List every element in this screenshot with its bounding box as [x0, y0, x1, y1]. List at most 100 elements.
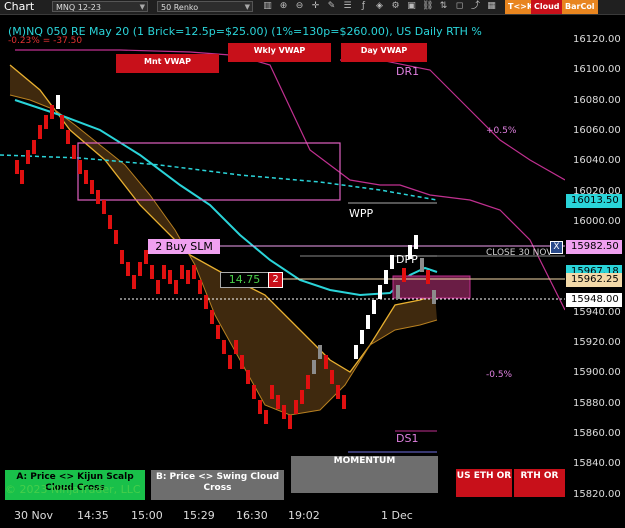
renko-brick — [378, 285, 382, 299]
grid-icon[interactable]: ▦ — [486, 1, 497, 12]
renko-brick — [402, 268, 406, 282]
renko-brick — [96, 190, 100, 204]
weekly-vwap-line — [234, 54, 565, 311]
chart-toolbar: Chart MNQ 12-23 ▼ 50 Renko ▼ ▥ ⊕ ⊖ ✛ ✎ ☰… — [0, 0, 625, 15]
price-tick-label: 15840.00 — [573, 458, 621, 470]
template-icon[interactable]: ☰ — [342, 1, 353, 12]
renko-brick — [396, 285, 400, 299]
time-label: 16:30 — [236, 509, 268, 522]
swing-cross-button[interactable]: B: Price <> Swing Cloud Cross — [151, 470, 284, 500]
link-icon[interactable]: ⛓ — [422, 1, 433, 12]
close-order-icon[interactable]: X — [550, 241, 563, 254]
renko-brick — [276, 395, 280, 409]
price-marker-tag: 16013.50 — [566, 194, 622, 208]
chart-canvas — [0, 49, 565, 453]
renko-brick — [90, 180, 94, 194]
renko-brick — [432, 290, 436, 304]
cursor-icon[interactable]: ✛ — [310, 1, 321, 12]
rth-or-button[interactable]: RTH OR — [514, 469, 565, 497]
time-label: 15:29 — [183, 509, 215, 522]
renko-brick — [240, 355, 244, 369]
renko-brick — [354, 345, 358, 359]
renko-brick — [174, 280, 178, 294]
time-label: 19:02 — [288, 509, 320, 522]
renko-brick — [186, 270, 190, 284]
renko-brick — [78, 160, 82, 174]
price-tick-label: 15820.00 — [573, 488, 621, 500]
position-quantity[interactable]: 2 — [268, 272, 283, 288]
time-label: 30 Nov — [14, 509, 53, 522]
renko-brick — [132, 275, 136, 289]
renko-brick — [342, 395, 346, 409]
momentum-panel: MOMENTUM — [291, 456, 438, 493]
renko-brick — [282, 405, 286, 419]
renko-brick — [138, 262, 142, 276]
properties-icon[interactable]: ⚙ — [390, 1, 401, 12]
renko-brick — [38, 125, 42, 139]
daily-vwap-label: Day VWAP — [341, 43, 427, 62]
renko-brick — [246, 370, 250, 384]
swing-cross-label: B: Price <> Swing Cloud Cross — [155, 472, 280, 493]
renko-brick — [66, 130, 70, 144]
instrument-value: MNQ 12-23 — [56, 3, 101, 12]
chart-panel[interactable]: (M)NQ 050 RE May 20 (1 Brick=12.5p=$25.0… — [0, 15, 565, 505]
price-marker-tag: 15948.00 — [566, 293, 622, 307]
barcol-toggle-button[interactable]: BarCol — [562, 0, 598, 14]
renko-brick — [420, 258, 424, 272]
indicator-icon[interactable]: ƒ — [358, 1, 369, 12]
renko-brick — [180, 265, 184, 279]
instrument-select[interactable]: MNQ 12-23 ▼ — [52, 1, 148, 12]
renko-brick — [56, 95, 60, 109]
price-tick-label: 16000.00 — [573, 215, 621, 227]
chevron-down-icon: ▼ — [244, 3, 250, 11]
zoom-in-icon[interactable]: ⊕ — [278, 1, 289, 12]
ds1-label: DS1 — [396, 432, 419, 445]
bar-type-select[interactable]: 50 Renko ▼ — [157, 1, 253, 12]
bar-chart-icon[interactable]: ▥ — [262, 1, 273, 12]
price-tick-label: 16040.00 — [573, 155, 621, 167]
price-tick-label: 15940.00 — [573, 306, 621, 318]
price-tick-label: 15920.00 — [573, 337, 621, 348]
renko-brick — [198, 280, 202, 294]
renko-brick — [300, 390, 304, 404]
renko-brick — [306, 375, 310, 389]
renko-brick — [384, 270, 388, 284]
strategy-icon[interactable]: ◈ — [374, 1, 385, 12]
buy-slm-order[interactable]: 2 Buy SLM — [148, 239, 220, 254]
order-icon[interactable]: ⇅ — [438, 1, 449, 12]
chevron-down-icon: ▼ — [139, 3, 145, 11]
price-tick-label: 15860.00 — [573, 427, 621, 439]
price-marker-tag: 15962.25 — [566, 273, 622, 287]
renko-brick — [192, 265, 196, 279]
minus-half-label: -0.5% — [486, 370, 513, 380]
renko-brick — [120, 250, 124, 264]
share-icon[interactable]: ⤴ — [470, 1, 481, 12]
price-tick-label: 16100.00 — [573, 64, 621, 76]
price-change: -0.23% = -37.50 — [8, 36, 83, 46]
ichimoku-cloud — [10, 65, 437, 415]
zoom-out-icon[interactable]: ⊖ — [294, 1, 305, 12]
renko-brick — [312, 360, 316, 374]
cloud-toggle-button[interactable]: Cloud — [531, 0, 563, 14]
price-tick-label: 15880.00 — [573, 397, 621, 409]
time-axis[interactable]: 30 Nov 14:35 15:00 15:29 16:30 19:02 1 D… — [0, 505, 625, 528]
time-label: 1 Dec — [381, 509, 413, 522]
renko-brick — [228, 355, 232, 369]
price-tick-label: 16120.00 — [573, 34, 621, 45]
snapshot-icon[interactable]: ▣ — [406, 1, 417, 12]
renko-brick — [162, 265, 166, 279]
renko-brick — [372, 300, 376, 314]
close-30-nov-label: CLOSE 30 NOV — [486, 248, 553, 258]
price-tick-label: 16080.00 — [573, 94, 621, 106]
renko-brick — [330, 370, 334, 384]
plus-half-label: +0.5% — [486, 126, 517, 136]
data-box-icon[interactable]: ◻ — [454, 1, 465, 12]
renko-brick — [234, 340, 238, 354]
renko-brick — [414, 235, 418, 249]
price-tick-label: 15900.00 — [573, 367, 621, 379]
renko-brick — [108, 215, 112, 229]
draw-tool-icon[interactable]: ✎ — [326, 1, 337, 12]
position-pnl[interactable]: 14.75 — [220, 272, 269, 288]
us-eth-or-button[interactable]: US ETH OR — [456, 469, 512, 497]
monthly-vwap-label: Mnt VWAP — [116, 54, 219, 73]
